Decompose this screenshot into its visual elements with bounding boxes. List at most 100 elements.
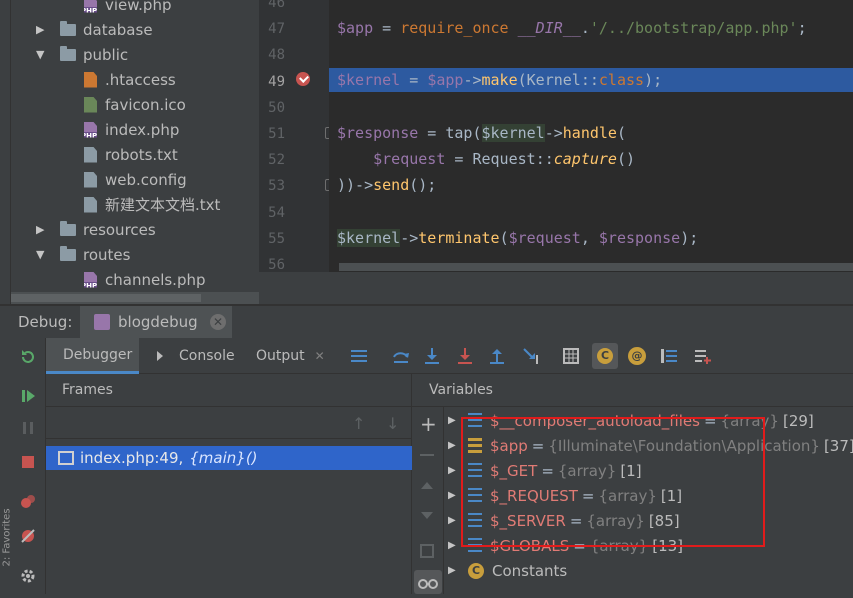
favorites-side-tab[interactable]: 2: Favorites (0, 502, 13, 594)
step-into-icon[interactable] (423, 347, 441, 365)
previous-frame-icon[interactable]: ↑ (352, 414, 365, 433)
move-down-icon[interactable] (421, 512, 433, 519)
tree-item[interactable]: web.config (84, 167, 187, 192)
step-over-icon[interactable] (392, 347, 410, 365)
line-number: 52 (268, 152, 285, 169)
tree-item[interactable]: ▶ database (36, 17, 153, 42)
tree-item[interactable]: ▼ routes (36, 242, 130, 267)
frame-row-selected[interactable]: index.php:49, {main}() (46, 446, 412, 470)
tab-debugger[interactable]: Debugger (46, 338, 139, 374)
show-watches-toggle[interactable] (414, 570, 442, 594)
code-editor[interactable]: $app = require_once __DIR__.'/../bootstr… (329, 0, 853, 272)
remove-watch-icon[interactable] (420, 454, 434, 456)
run-to-cursor-icon[interactable] (522, 347, 540, 365)
variable-equals: = (569, 511, 583, 530)
show-constants-toggle[interactable]: C (592, 343, 618, 369)
editor-gutter[interactable]: 46 47 48 49 50 51 52 53 54 55 56 (259, 0, 335, 273)
expand-arrow-icon[interactable]: ▶ (448, 490, 458, 501)
close-session-icon[interactable]: ✕ (210, 314, 226, 330)
tree-item[interactable]: favicon.ico (84, 92, 186, 117)
settings-gear-icon[interactable] (20, 568, 36, 584)
variable-equals: = (541, 461, 554, 480)
tab-console[interactable]: Console (155, 338, 235, 374)
sort-values-icon[interactable] (660, 347, 678, 365)
array-icon (468, 537, 482, 554)
tree-item[interactable]: ▼ public (36, 42, 128, 67)
tree-horizontal-scrollbar[interactable] (11, 292, 259, 304)
resume-icon[interactable] (20, 388, 36, 404)
add-watch-icon[interactable]: + (420, 412, 437, 436)
text-file-icon (84, 196, 97, 213)
folder-icon (60, 245, 76, 261)
variable-row[interactable]: ▶ $GLOBALS = {array} [13] (448, 533, 683, 558)
chevron-right-icon[interactable]: ▶ (36, 223, 48, 236)
php-file-icon (84, 271, 97, 288)
variable-name: $_SERVER (490, 511, 566, 530)
tree-item[interactable]: .htaccess (84, 67, 176, 92)
force-step-into-icon[interactable] (456, 347, 474, 365)
variable-count: [13] (652, 536, 684, 555)
line-number: 48 (268, 47, 285, 64)
chevron-down-icon[interactable]: ▼ (36, 248, 48, 261)
variable-row[interactable]: ▶ C Constants (448, 558, 567, 583)
tree-item[interactable]: channels.php (84, 267, 206, 292)
expand-arrow-icon[interactable]: ▶ (448, 415, 458, 426)
rerun-icon[interactable] (20, 348, 36, 364)
frame-location: index.php:49, (80, 449, 184, 467)
variable-row[interactable]: ▶ $_SERVER = {array} [85] (448, 508, 680, 533)
tree-item[interactable]: index.php (84, 117, 179, 142)
tab-output[interactable]: Output ✕ (256, 338, 325, 374)
folder-icon (60, 45, 76, 61)
scrollbar-thumb[interactable] (339, 263, 853, 271)
variable-row[interactable]: ▶ $_GET = {array} [1] (448, 458, 642, 483)
variable-name: $_GET (490, 461, 538, 480)
duplicate-watch-icon[interactable] (420, 544, 434, 558)
debug-label: Debug: (18, 313, 73, 331)
breakpoint-icon[interactable] (296, 72, 310, 86)
variable-count: [85] (648, 511, 680, 530)
variable-count: [37] (823, 436, 853, 455)
expand-arrow-icon[interactable]: ▶ (448, 465, 458, 476)
pause-icon[interactable] (20, 420, 36, 436)
tree-item[interactable]: robots.txt (84, 142, 178, 167)
view-breakpoints-icon[interactable] (20, 494, 36, 510)
tree-item[interactable]: ▶ resources (36, 217, 156, 242)
line-number: 54 (268, 204, 285, 221)
debug-tool-window-header: Debug: blogdebug ✕ (0, 306, 853, 338)
editor-horizontal-scrollbar[interactable] (329, 262, 853, 272)
close-output-icon[interactable]: ✕ (315, 349, 325, 363)
settings-list-icon[interactable] (694, 347, 712, 365)
expand-arrow-icon[interactable]: ▶ (448, 515, 458, 526)
variable-type: {array} (557, 461, 617, 480)
expand-arrow-icon[interactable]: ▶ (448, 440, 458, 451)
stop-icon[interactable] (20, 454, 36, 470)
variables-panel: Variables + ▶ $__composer_autoload_files =… (412, 374, 853, 594)
scrollbar-thumb[interactable] (11, 294, 201, 302)
array-icon (468, 512, 482, 529)
expand-arrow-icon[interactable]: ▶ (448, 565, 458, 576)
folder-icon (60, 220, 76, 236)
variable-row[interactable]: ▶ $__composer_autoload_files = {array} [29] (448, 408, 814, 433)
constant-icon: C (597, 348, 613, 364)
tree-item-label: database (83, 20, 153, 39)
tree-item[interactable]: view.php (84, 0, 171, 17)
variable-row[interactable]: ▶ $app = {Illuminate\Foundation\Application… (448, 433, 853, 458)
tree-item[interactable]: 新建文本文档.txt (84, 192, 220, 217)
move-up-icon[interactable] (421, 482, 433, 489)
evaluate-expression-icon[interactable] (562, 347, 580, 365)
editor-bottom-area (259, 272, 853, 304)
tree-item-label: web.config (105, 170, 187, 189)
code-line-51: $response = tap($kernel->handle( (337, 124, 626, 142)
expand-arrow-icon[interactable]: ▶ (448, 540, 458, 551)
show-return-values-icon[interactable]: @ (628, 347, 646, 365)
step-out-icon[interactable] (488, 347, 506, 365)
tree-item-label: index.php (105, 120, 180, 139)
debug-session-tab[interactable]: blogdebug ✕ (80, 306, 232, 338)
mute-breakpoints-icon[interactable] (20, 528, 36, 544)
next-frame-icon[interactable]: ↓ (386, 414, 399, 433)
chevron-right-icon[interactable]: ▶ (36, 23, 48, 36)
variable-row[interactable]: ▶ $_REQUEST = {array} [1] (448, 483, 682, 508)
chevron-down-icon[interactable]: ▼ (36, 48, 48, 61)
object-icon (468, 437, 482, 454)
show-execution-point-icon[interactable] (350, 347, 368, 365)
